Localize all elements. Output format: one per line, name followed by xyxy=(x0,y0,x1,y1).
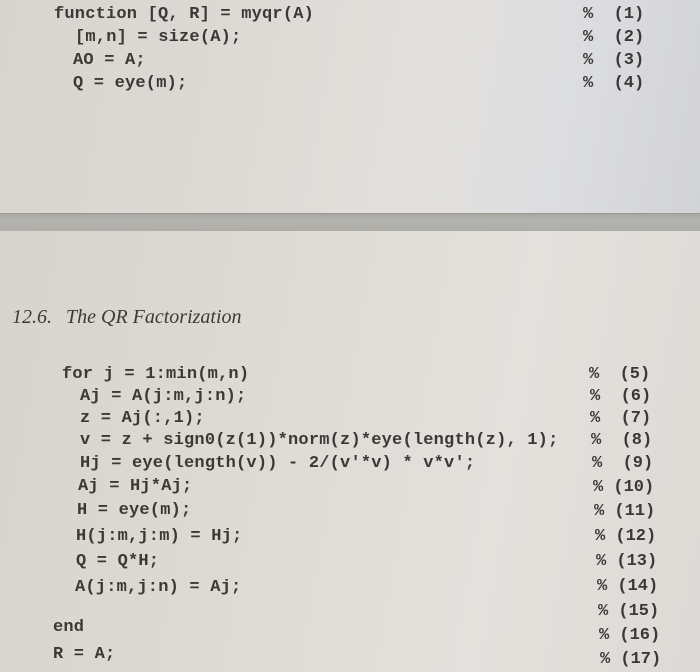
code-line-1: function [Q, R] = myqr(A) xyxy=(54,5,315,24)
code-line-4: Q = eye(m); xyxy=(73,74,188,93)
code-line-10: Aj = Hj*Aj; xyxy=(78,477,193,496)
line-comment-10: % (10) xyxy=(593,478,655,497)
code-line-6: Aj = A(j:m,j:n); xyxy=(80,387,247,406)
line-comment-4: % (4) xyxy=(583,74,645,93)
code-line-11: H = eye(m); xyxy=(77,501,192,520)
line-comment-14: % (14) xyxy=(597,577,659,596)
section-heading: 12.6. The QR Factorization xyxy=(12,306,242,329)
line-comment-8: % (8) xyxy=(591,431,653,450)
section-title: The QR Factorization xyxy=(66,306,242,328)
line-comment-2: % (2) xyxy=(583,28,645,47)
line-comment-7: % (7) xyxy=(590,409,652,428)
line-comment-6: % (6) xyxy=(590,387,652,406)
section-number: 12.6. xyxy=(12,306,52,328)
line-comment-16: % (16) xyxy=(599,626,661,645)
code-line-5: for j = 1:min(m,n) xyxy=(62,365,250,384)
line-comment-17: % (17) xyxy=(600,650,662,669)
page-separator xyxy=(0,213,700,233)
code-line-8: v = z + sign0(z(1))*norm(z)*eye(length(z… xyxy=(80,431,559,450)
code-line-3: AO = A; xyxy=(73,51,146,70)
code-line-14: A(j:m,j:n) = Aj; xyxy=(75,578,242,597)
line-comment-9: % (9) xyxy=(592,454,654,473)
line-comment-11: % (11) xyxy=(594,502,656,521)
code-line-end: end xyxy=(53,618,85,637)
line-comment-3: % (3) xyxy=(583,51,645,70)
code-line-7: z = Aj(:,1); xyxy=(80,409,205,428)
line-comment-5: % (5) xyxy=(589,365,651,384)
line-comment-12: % (12) xyxy=(595,527,657,546)
line-comment-1: % (1) xyxy=(583,5,645,24)
line-comment-15: % (15) xyxy=(598,602,660,621)
code-line-2: [m,n] = size(A); xyxy=(75,28,242,47)
code-line-9: Hj = eye(length(v)) - 2/(v'*v) * v*v'; xyxy=(80,454,476,473)
line-comment-13: % (13) xyxy=(596,552,658,571)
code-line-12: H(j:m,j:m) = Hj; xyxy=(76,527,243,546)
code-line-r-assign: R = A; xyxy=(53,645,116,664)
code-line-13: Q = Q*H; xyxy=(76,552,160,571)
